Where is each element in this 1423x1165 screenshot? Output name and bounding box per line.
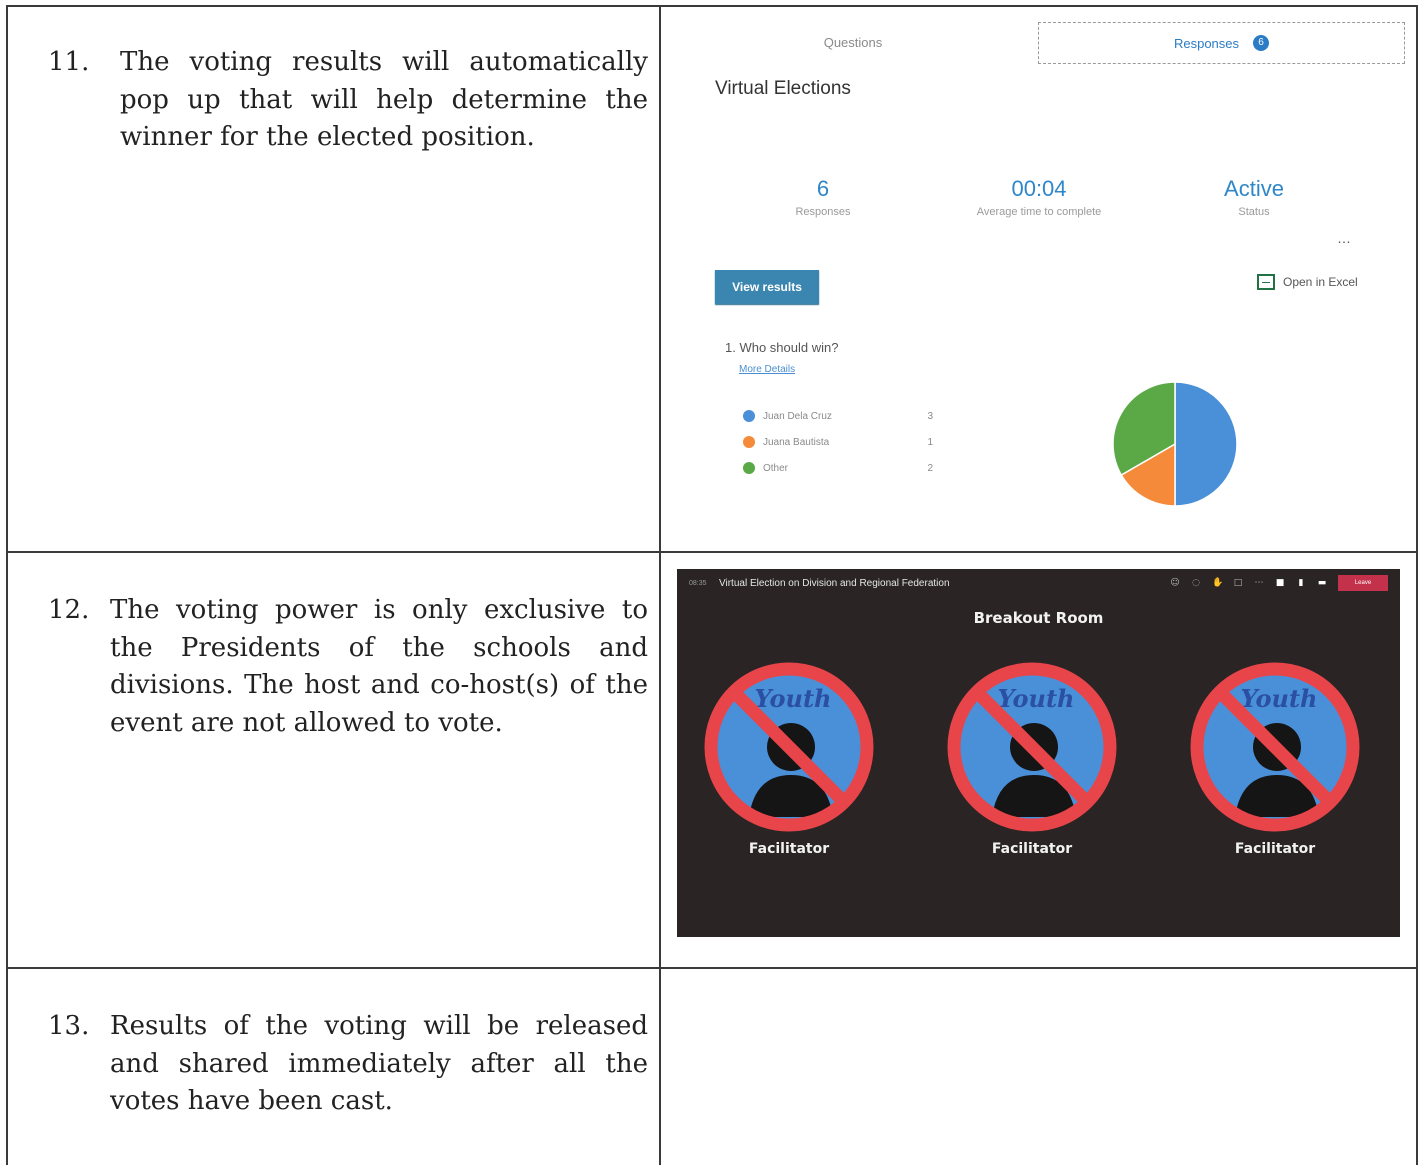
- responses-count-badge: 6: [1253, 35, 1270, 51]
- rooms-icon[interactable]: □: [1233, 578, 1243, 588]
- legend-item: Other 2: [743, 458, 933, 478]
- mic-icon[interactable]: ▮: [1296, 578, 1306, 588]
- meeting-duration: 08:35: [689, 579, 707, 587]
- row-divider: [6, 967, 1418, 969]
- open-in-excel-label: Open in Excel: [1283, 275, 1358, 289]
- participant-name: Facilitator: [991, 841, 1073, 857]
- camera-icon[interactable]: ■: [1275, 578, 1285, 588]
- tab-responses-label: Responses: [1173, 35, 1240, 51]
- stat-status: Active Status: [1154, 176, 1354, 218]
- no-voting-avatar-icon: Youth: [947, 662, 1117, 832]
- stat-responses: 6 Responses: [723, 176, 923, 218]
- step-11: 11. The voting results will automaticall…: [48, 44, 648, 157]
- youth-logo-text: Youth: [1240, 684, 1317, 713]
- step-13: 13. Results of the voting will be releas…: [48, 1008, 648, 1121]
- youth-logo-text: Youth: [997, 684, 1074, 713]
- view-results-button[interactable]: View results: [715, 270, 819, 304]
- legend-swatch: [743, 410, 755, 422]
- participant-tile: Youth Facilitator: [1185, 657, 1365, 857]
- meeting-controls: ☺ ◌ ✋ □ ⋯ ■ ▮ ▬ Leave: [1170, 575, 1388, 591]
- legend-item: Juana Bautista 1: [743, 432, 933, 452]
- form-title: Virtual Elections: [715, 78, 851, 99]
- participant-name: Facilitator: [1234, 841, 1316, 857]
- reactions-icon[interactable]: ✋: [1212, 578, 1223, 588]
- share-screen-icon[interactable]: ▬: [1317, 578, 1327, 588]
- chat-icon[interactable]: ◌: [1191, 578, 1201, 588]
- participant-tile: Youth Facilitator: [699, 657, 879, 857]
- step-text: The voting results will automatically po…: [120, 47, 648, 152]
- step-12: 12. The voting power is only exclusive t…: [48, 592, 648, 742]
- row-divider: [6, 551, 1418, 553]
- results-pie-chart: [1112, 381, 1238, 507]
- step-number: 11.: [48, 47, 90, 77]
- table-border-left: [6, 5, 8, 1165]
- pie-slice: [1174, 381, 1238, 507]
- meeting-title: Virtual Election on Division and Regiona…: [719, 577, 950, 589]
- more-actions-icon[interactable]: ⋯: [1254, 578, 1264, 588]
- table-border-right: [1416, 5, 1418, 1165]
- step-text: Results of the voting will be released a…: [110, 1011, 648, 1116]
- legend-count: 3: [927, 410, 933, 422]
- leave-button[interactable]: Leave: [1338, 575, 1388, 591]
- participants-icon[interactable]: ☺: [1170, 578, 1180, 588]
- legend-swatch: [743, 462, 755, 474]
- no-voting-avatar-icon: Youth: [704, 662, 874, 832]
- stat-value: 00:04: [1011, 176, 1067, 201]
- youth-logo-text: Youth: [754, 684, 831, 713]
- question-title: 1. Who should win?: [725, 340, 839, 355]
- step-number: 13.: [48, 1011, 90, 1041]
- step-number: 12.: [48, 595, 90, 625]
- stat-average-time: 00:04 Average time to complete: [939, 176, 1139, 218]
- column-divider: [659, 5, 661, 1165]
- legend-count: 2: [927, 462, 933, 474]
- open-in-excel-link[interactable]: Open in Excel: [1257, 274, 1358, 290]
- stat-label: Responses: [795, 206, 851, 218]
- tab-questions[interactable]: Questions: [693, 22, 1013, 62]
- stat-label: Status: [1238, 206, 1270, 218]
- more-details-link[interactable]: More Details: [739, 364, 795, 375]
- participant-name: Facilitator: [748, 841, 830, 857]
- step-text: The voting power is only exclusive to th…: [110, 595, 648, 738]
- excel-icon: [1257, 274, 1275, 290]
- legend-count: 1: [927, 436, 933, 448]
- meeting-title-bar: 08:35 Virtual Election on Division and R…: [677, 569, 1400, 597]
- legend-item: Juan Dela Cruz 3: [743, 406, 933, 426]
- table-border-top: [6, 5, 1418, 7]
- teams-meeting-screenshot: 08:35 Virtual Election on Division and R…: [677, 569, 1400, 937]
- participant-tile: Youth Facilitator: [942, 657, 1122, 857]
- no-voting-avatar-icon: Youth: [1190, 662, 1360, 832]
- tab-responses[interactable]: Responses 6: [1038, 22, 1405, 64]
- legend-label: Juan Dela Cruz: [763, 410, 832, 422]
- stat-value: 6: [816, 176, 830, 201]
- legend-swatch: [743, 436, 755, 448]
- legend-label: Juana Bautista: [763, 436, 830, 448]
- stat-value: Active: [1224, 176, 1284, 201]
- forms-responses-screenshot: Questions Responses 6 Virtual Elections …: [663, 8, 1415, 551]
- more-options-icon[interactable]: …: [1337, 230, 1352, 246]
- legend-label: Other: [763, 462, 789, 474]
- breakout-room-title: Breakout Room: [973, 609, 1104, 627]
- stat-label: Average time to complete: [976, 206, 1102, 218]
